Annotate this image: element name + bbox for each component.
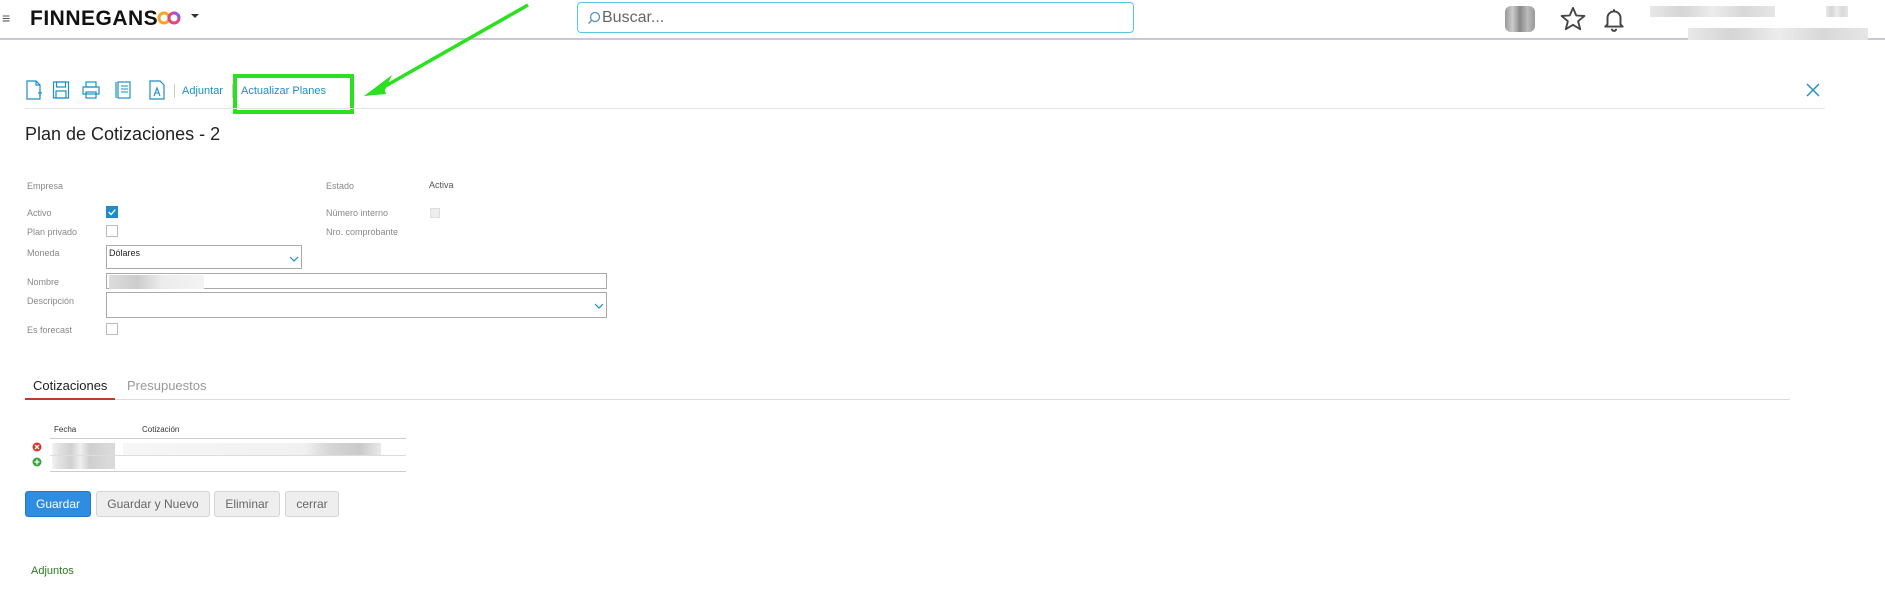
text-format-icon[interactable] <box>148 80 166 100</box>
search-input[interactable] <box>602 7 1122 29</box>
add-row-icon[interactable] <box>32 457 42 467</box>
cerrar-button[interactable]: cerrar <box>285 491 339 517</box>
moneda-select[interactable]: Dólares <box>106 245 302 269</box>
tab-bar: Cotizaciones Presupuestos <box>25 378 1790 400</box>
tab-cotizaciones[interactable]: Cotizaciones <box>25 378 116 400</box>
delete-row-icon[interactable] <box>32 442 42 452</box>
chevron-down-icon <box>594 303 604 309</box>
nro-comprobante-label: Nro. comprobante <box>326 227 399 237</box>
chevron-down-icon[interactable] <box>190 11 200 21</box>
es-forecast-checkbox[interactable] <box>106 323 118 335</box>
report-icon[interactable] <box>115 80 133 100</box>
guardar-y-nuevo-button[interactable]: Guardar y Nuevo <box>96 491 210 517</box>
search-icon <box>588 11 601 24</box>
numero-interno-checkbox <box>430 208 440 218</box>
app-logo[interactable]: FINNEGANS <box>30 7 158 31</box>
menu-icon[interactable]: ≡ <box>2 10 10 26</box>
cotizacion-cell-redacted[interactable] <box>123 443 381 455</box>
grid-footer-line <box>50 471 406 472</box>
user-info[interactable] <box>1644 0 1884 52</box>
checkmark-icon <box>108 209 116 216</box>
descripcion-input[interactable] <box>106 292 607 318</box>
user-company-redacted <box>1688 28 1868 40</box>
nombre-label: Nombre <box>27 277 60 287</box>
star-icon[interactable] <box>1559 5 1587 33</box>
toolbar-divider-line <box>25 108 1825 109</box>
page-title: Plan de Cotizaciones - 2 <box>25 124 221 144</box>
close-icon[interactable] <box>1805 82 1821 98</box>
grid-row-line <box>50 455 406 456</box>
fecha-column-header: Fecha <box>54 425 77 434</box>
user-name-redacted <box>1650 6 1775 17</box>
activo-label: Activo <box>27 208 52 218</box>
annotation-arrow <box>364 3 529 96</box>
adjuntar-link[interactable]: Adjuntar <box>182 85 223 97</box>
toolbar-divider <box>174 84 175 98</box>
tab-presupuestos[interactable]: Presupuestos <box>119 378 215 400</box>
grid-header-line <box>50 438 406 439</box>
guardar-button[interactable]: Guardar <box>25 491 91 517</box>
company-avatar[interactable] <box>1505 6 1535 32</box>
print-icon[interactable] <box>82 80 100 100</box>
chevron-down-icon <box>289 256 299 262</box>
cotizacion-column-header: Cotización <box>142 425 180 434</box>
nombre-value-redacted <box>109 275 204 289</box>
nombre-input[interactable] <box>106 273 607 289</box>
search-box[interactable] <box>577 2 1134 33</box>
save-icon[interactable] <box>52 80 70 100</box>
adjuntos-section-title[interactable]: Adjuntos <box>31 565 74 577</box>
moneda-label: Moneda <box>27 248 60 258</box>
moneda-value: Dólares <box>109 248 141 258</box>
bell-icon[interactable] <box>1601 5 1627 33</box>
logo-infinity-icon <box>157 11 181 25</box>
fecha-cell-redacted[interactable] <box>52 443 115 469</box>
estado-label: Estado <box>326 181 355 191</box>
descripcion-label: Descripción <box>27 296 75 306</box>
activo-checkbox[interactable] <box>106 206 118 218</box>
es-forecast-label: Es forecast <box>27 325 73 335</box>
top-bar: ≡ FINNEGANS <box>0 0 1885 40</box>
user-extra-redacted <box>1826 6 1848 17</box>
plan-privado-label: Plan privado <box>27 227 78 237</box>
eliminar-button[interactable]: Eliminar <box>214 491 280 517</box>
new-document-icon[interactable] <box>25 80 43 100</box>
plan-privado-checkbox[interactable] <box>106 225 118 237</box>
numero-interno-label: Número interno <box>326 208 389 218</box>
estado-value: Activa <box>429 180 454 190</box>
empresa-label: Empresa <box>27 181 64 191</box>
